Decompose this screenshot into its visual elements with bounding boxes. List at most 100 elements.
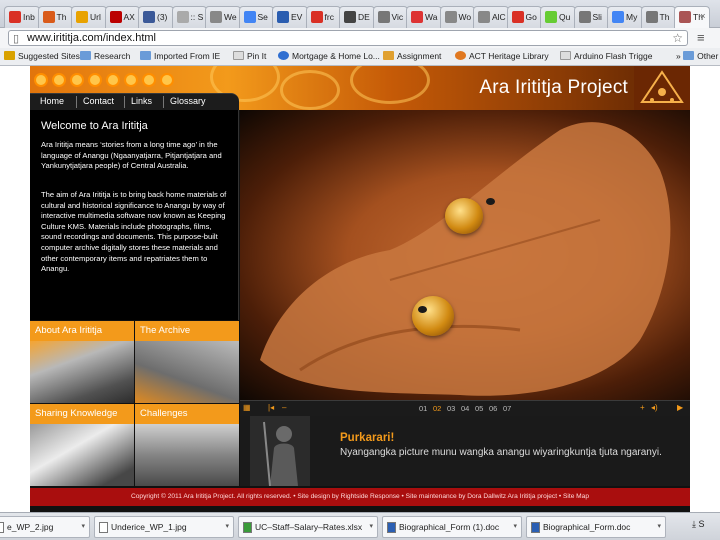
play-icon[interactable]: ▶ [677,403,683,412]
bookmarks-bar: Suggested Sites Research Imported From I… [0,48,720,66]
file-icon [243,522,252,533]
site-footer[interactable]: Copyright © 2011 Ara Irititja Project. A… [30,488,690,506]
nav-links[interactable]: Links [125,96,158,106]
minus-icon[interactable]: – [282,403,286,412]
bookmark-act-heritage[interactable]: ACT Heritage Library [455,51,549,61]
site-icon [455,51,466,60]
welcome-paragraph-2: The aim of Ara Irititja is to bring back… [41,190,227,274]
slide-number[interactable]: 04 [461,404,469,413]
bookmark-imported-from-ie[interactable]: Imported From IE [140,51,220,61]
tab-title: Vic [391,12,404,22]
download-item[interactable]: Biographical_Form (1).doc ▾ [382,516,522,538]
browser-tab[interactable]: Th × [674,6,710,28]
bookmark-pin-it[interactable]: Pin It [233,51,266,61]
browser-tab[interactable]: EV [272,6,308,28]
slide-number[interactable]: 06 [489,404,497,413]
browser-tab[interactable]: DE [339,6,375,28]
menu-wrench-icon[interactable]: ≡ [697,30,705,45]
file-icon [531,522,540,533]
browser-tab[interactable]: Inb [4,6,40,28]
banner-swirl [280,70,340,110]
browser-tab[interactable]: Vic [372,6,408,28]
tile-about[interactable]: About Ara Irititja [30,321,134,403]
browser-tab[interactable]: (3) [138,6,174,28]
bookmark-assignment[interactable]: Assignment [383,51,441,61]
nav-glossary[interactable]: Glossary [164,96,212,106]
tab-favicon-icon [344,11,356,23]
folder-icon [4,51,15,60]
browser-tab[interactable]: Wo [439,6,475,28]
browser-tab[interactable]: :: S [171,6,207,28]
bookmark-star-icon[interactable]: ☆ [672,31,683,45]
browser-tab[interactable]: Wa [406,6,442,28]
bookmark-research[interactable]: Research [80,51,130,61]
show-all-downloads[interactable]: ⤓ S [692,519,705,530]
browser-tab[interactable]: Se [238,6,274,28]
bookmark-arduino[interactable]: Arduino Flash Trigge [560,51,652,61]
gallery-icon[interactable]: ▦ [243,403,251,412]
tab-favicon-icon [679,11,691,23]
tile-archive[interactable]: The Archive [135,321,239,403]
slide-number-active[interactable]: 02 [433,404,441,413]
tab-title: AlC [492,12,506,22]
chevron-down-icon[interactable]: ▾ [81,522,85,530]
browser-tab[interactable]: Sli [573,6,609,28]
chevron-down-icon[interactable]: ▾ [513,522,517,530]
address-bar[interactable]: ▯ www.irititja.com/index.html ☆ [8,30,688,46]
close-icon[interactable]: × [700,11,705,21]
browser-tab[interactable]: Qu [540,6,576,28]
slide-number[interactable]: 03 [447,404,455,413]
browser-tab[interactable]: We [205,6,241,28]
download-item[interactable]: Biographical_Form.doc ▾ [526,516,666,538]
chevron-down-icon[interactable]: ▾ [225,522,229,530]
nav-contact[interactable]: Contact [77,96,120,106]
tile-challenges[interactable]: Challenges [135,404,239,486]
tab-favicon-icon [42,11,55,23]
nav-home[interactable]: Home [34,96,70,106]
tab-favicon-icon [76,11,88,23]
page-icon [233,51,244,60]
tab-favicon-icon [310,11,323,23]
chevron-down-icon[interactable]: ▾ [369,522,373,530]
browser-tab[interactable]: AX [104,6,140,28]
slideshow-photo [240,110,690,400]
browser-tab[interactable]: Th [37,6,73,28]
site-title[interactable]: Ara Irititja Project [479,77,628,99]
bookmark-mortgage[interactable]: Mortgage & Home Lo... [278,51,380,61]
bookmark-other[interactable]: » Other [676,51,718,61]
tab-title: EV [291,12,303,22]
slide-number[interactable]: 07 [503,404,511,413]
tile-sharing-knowledge[interactable]: Sharing Knowledge [30,404,134,486]
browser-tab[interactable]: Th [640,6,676,28]
download-item[interactable]: UC–Staff–Salary–Rates.xlsx ▾ [238,516,378,538]
chevron-down-icon[interactable]: ▾ [657,522,661,530]
page-icon [560,51,571,60]
tab-favicon-icon [143,11,155,23]
browser-tab[interactable]: Url [71,6,107,28]
browser-tab[interactable]: My [607,6,643,28]
plus-icon[interactable]: + [640,403,645,412]
slide-number[interactable]: 01 [419,404,427,413]
tile-image [135,341,239,403]
volume-icon[interactable]: ◂) [651,403,658,412]
browser-tab[interactable]: frc [305,6,341,28]
slide-number[interactable]: 05 [475,404,483,413]
page-viewport: Ara Irititja Project Home Contact Links … [0,66,720,512]
honey-ant-head [418,306,427,313]
main-nav: Home Contact Links Glossary [30,93,239,110]
caption-title: Purkarari! [340,432,395,444]
first-slide-icon[interactable]: |◂ [268,403,274,412]
tile-label: About Ara Irititja [35,325,103,336]
browser-tab[interactable]: AlC [473,6,509,28]
tab-title: (3) [157,12,168,22]
site-logo[interactable] [634,66,690,110]
banner-dot [88,73,102,87]
site-container: Ara Irititja Project Home Contact Links … [30,66,690,512]
browser-tab[interactable]: Go [506,6,542,28]
tab-favicon-icon [545,11,557,23]
tab-title: Url [90,12,101,22]
tab-favicon-icon [478,11,490,23]
bookmark-suggested-sites[interactable]: Suggested Sites [4,51,80,61]
download-item[interactable]: e_WP_2.jpg ▾ [0,516,90,538]
download-item[interactable]: Underice_WP_1.jpg ▾ [94,516,234,538]
